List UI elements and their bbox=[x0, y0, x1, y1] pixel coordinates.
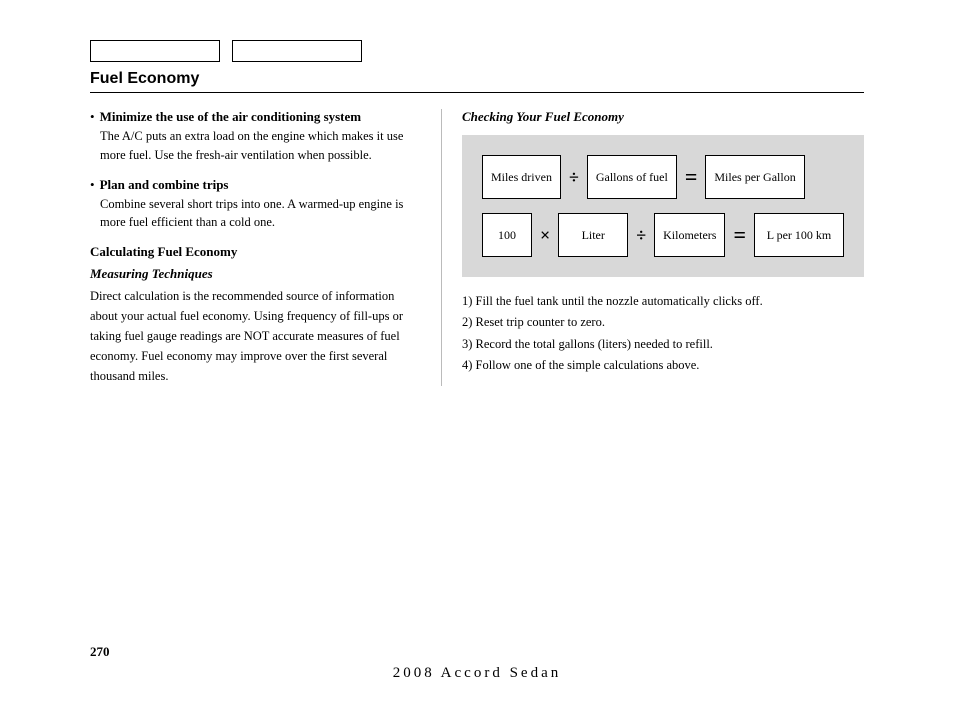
formula-kilometers: Kilometers bbox=[654, 213, 725, 257]
formula-gallons-fuel: Gallons of fuel bbox=[587, 155, 677, 199]
formula-l-per-100km: L per 100 km bbox=[754, 213, 844, 257]
instruction-1: 1) Fill the fuel tank until the nozzle a… bbox=[462, 291, 864, 312]
section-title: Fuel Economy bbox=[90, 70, 864, 93]
bullet-item-1: • Minimize the use of the air conditioni… bbox=[90, 109, 421, 165]
calc-heading: Calculating Fuel Economy bbox=[90, 244, 421, 260]
operator-divide-1: ÷ bbox=[569, 167, 579, 188]
instruction-3: 3) Record the total gallons (liters) nee… bbox=[462, 334, 864, 355]
bullet-text-1: The A/C puts an extra load on the engine… bbox=[100, 127, 421, 165]
checking-title: Checking Your Fuel Economy bbox=[462, 109, 864, 125]
operator-multiply: × bbox=[540, 225, 550, 246]
formula-row-1: Miles driven ÷ Gallons of fuel = Miles p… bbox=[482, 155, 844, 199]
page-number: 270 bbox=[90, 644, 110, 660]
bullet-title-1: Minimize the use of the air conditioning… bbox=[100, 109, 362, 125]
formula-liter: Liter bbox=[558, 213, 628, 257]
left-column: • Minimize the use of the air conditioni… bbox=[90, 109, 442, 386]
instructions: 1) Fill the fuel tank until the nozzle a… bbox=[462, 291, 864, 376]
header-tabs bbox=[90, 40, 864, 62]
main-content: • Minimize the use of the air conditioni… bbox=[90, 109, 864, 386]
formula-row-2: 100 × Liter ÷ Kilometers = L per 100 km bbox=[482, 213, 844, 257]
equals-2: = bbox=[733, 222, 746, 248]
bullet-dot-1: • bbox=[90, 109, 95, 125]
bullet-dot-2: • bbox=[90, 177, 95, 193]
equals-1: = bbox=[685, 164, 698, 190]
bullet-title-2: Plan and combine trips bbox=[100, 177, 229, 193]
formula-miles-driven: Miles driven bbox=[482, 155, 561, 199]
tab-2[interactable] bbox=[232, 40, 362, 62]
formula-miles-per-gallon: Miles per Gallon bbox=[705, 155, 804, 199]
tab-1[interactable] bbox=[90, 40, 220, 62]
instruction-2: 2) Reset trip counter to zero. bbox=[462, 312, 864, 333]
instruction-4: 4) Follow one of the simple calculations… bbox=[462, 355, 864, 376]
formula-box: Miles driven ÷ Gallons of fuel = Miles p… bbox=[462, 135, 864, 277]
bullet-item-2: • Plan and combine trips Combine several… bbox=[90, 177, 421, 233]
operator-divide-2: ÷ bbox=[636, 225, 646, 246]
formula-100: 100 bbox=[482, 213, 532, 257]
measuring-text: Direct calculation is the recommended so… bbox=[90, 286, 421, 386]
bullet-text-2: Combine several short trips into one. A … bbox=[100, 195, 421, 233]
right-column: Checking Your Fuel Economy Miles driven … bbox=[462, 109, 864, 386]
footer-title: 2008 Accord Sedan bbox=[0, 665, 954, 682]
measuring-title: Measuring Techniques bbox=[90, 266, 421, 282]
